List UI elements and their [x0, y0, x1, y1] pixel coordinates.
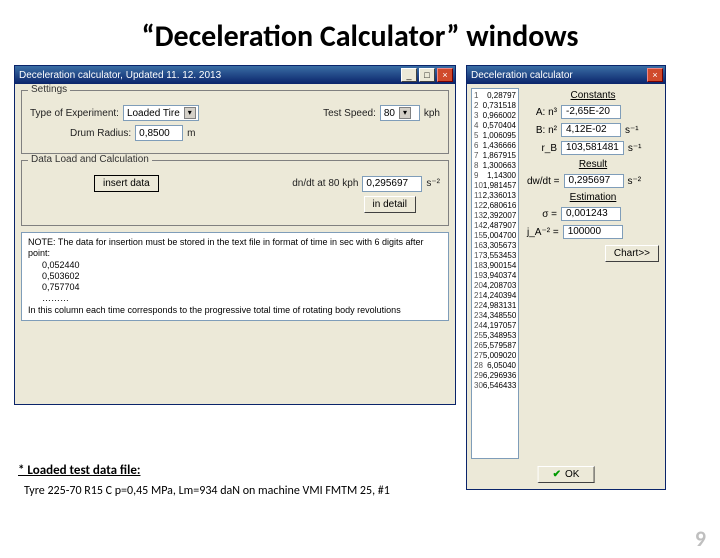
footer-detail: Tyre 225-70 R15 C p=0,45 MPa, Lm=934 daN… — [24, 484, 390, 498]
list-item: 173,553453 — [474, 251, 516, 261]
list-item: 91,14300 — [474, 171, 516, 181]
type-value: Loaded Tire — [127, 108, 180, 119]
estimation-head: Estimation — [527, 192, 659, 203]
list-item: 51,006095 — [474, 131, 516, 141]
data-list[interactable]: 10,2879720,73151830,96600240,57040451,00… — [471, 88, 519, 459]
sub-window-title: Deceleration calculator — [471, 70, 573, 81]
data-load-legend: Data Load and Calculation — [28, 154, 152, 165]
data-load-group: Data Load and Calculation insert data dn… — [21, 160, 449, 226]
speed-label: Test Speed: — [323, 108, 376, 119]
list-item: 122,680616 — [474, 201, 516, 211]
dw-label: dw/dt = — [527, 176, 560, 187]
list-item: 132,392007 — [474, 211, 516, 221]
page-number: 9 — [695, 525, 706, 552]
j-value: 100000 — [563, 225, 623, 239]
list-item: 61,436666 — [474, 141, 516, 151]
radius-label: Drum Radius: — [70, 128, 131, 139]
dw-value: 0,295697 — [564, 174, 624, 188]
speed-unit: kph — [424, 108, 440, 119]
main-window-title: Deceleration calculator, Updated 11. 12.… — [19, 70, 221, 81]
list-item: 20,731518 — [474, 101, 516, 111]
radius-input[interactable] — [135, 125, 183, 141]
speed-value: 80 — [384, 108, 395, 119]
close-icon[interactable]: × — [647, 68, 663, 82]
speed-combo[interactable]: 80 ▾ — [380, 105, 420, 121]
list-item: 286,05040 — [474, 361, 516, 371]
a-value: -2,65E-20 — [561, 105, 621, 119]
constants-panel: Constants A: n³ -2,65E-20 B: n² 4,12E-02 s⁻… — [527, 88, 659, 262]
list-item: 10,28797 — [474, 91, 516, 101]
ok-button[interactable]: OK — [538, 466, 595, 483]
list-item: 234,348550 — [474, 311, 516, 321]
windows-canvas: Deceleration calculator, Updated 11. 12.… — [0, 65, 720, 505]
slide-title: “Deceleration Calculator” windows — [0, 18, 720, 55]
close-icon[interactable]: × — [437, 68, 453, 82]
chevron-down-icon[interactable]: ▾ — [399, 107, 411, 119]
note-foot: In this column each time corresponds to … — [28, 305, 442, 316]
dw-unit: s⁻² — [628, 176, 642, 187]
list-item: 244,197057 — [474, 321, 516, 331]
chevron-down-icon[interactable]: ▾ — [184, 107, 196, 119]
note-l3: 0,757704 — [42, 282, 442, 293]
main-window: Deceleration calculator, Updated 11. 12.… — [14, 65, 456, 405]
list-item: 204,208703 — [474, 281, 516, 291]
insert-data-button[interactable]: insert data — [94, 175, 159, 192]
list-item: 265,579587 — [474, 341, 516, 351]
chart-button[interactable]: Chart>> — [605, 245, 659, 262]
dv-output — [362, 176, 422, 192]
maximize-icon[interactable]: □ — [419, 68, 435, 82]
list-item: 193,940374 — [474, 271, 516, 281]
list-item: 214,240394 — [474, 291, 516, 301]
a-label: A: n³ — [527, 107, 557, 118]
list-item: 306,546433 — [474, 381, 516, 391]
list-item: 101,981457 — [474, 181, 516, 191]
b-unit: s⁻¹ — [625, 125, 639, 136]
b-label: B: n² — [527, 125, 557, 136]
list-item: 163,305673 — [474, 241, 516, 251]
list-item: 81,300663 — [474, 161, 516, 171]
list-item: 275,009020 — [474, 351, 516, 361]
dv-label: dn/dt at 80 kph — [292, 178, 358, 189]
c-unit: s⁻¹ — [628, 143, 642, 154]
sub-titlebar: Deceleration calculator × — [467, 66, 665, 84]
sub-window: Deceleration calculator × 10,2879720,731… — [466, 65, 666, 490]
result-head: Result — [527, 159, 659, 170]
c-value: 103,581481 — [561, 141, 624, 155]
list-item: 183,900154 — [474, 261, 516, 271]
list-item: 30,966002 — [474, 111, 516, 121]
in-detail-button[interactable]: in detail — [364, 196, 416, 213]
note-box: NOTE: The data for insertion must be sto… — [21, 232, 449, 321]
note-head: NOTE: The data for insertion must be sto… — [28, 237, 442, 260]
list-item: 112,336013 — [474, 191, 516, 201]
footer-label: * Loaded test data file: — [18, 463, 140, 478]
sigma-label: σ = — [527, 209, 557, 220]
type-label: Type of Experiment: — [30, 108, 119, 119]
j-label: j_A⁻² = — [527, 227, 559, 238]
type-combo[interactable]: Loaded Tire ▾ — [123, 105, 199, 121]
settings-legend: Settings — [28, 84, 70, 95]
minimize-icon[interactable]: _ — [401, 68, 417, 82]
radius-unit: m — [187, 128, 195, 139]
note-l1: 0,052440 — [42, 260, 442, 271]
constants-head: Constants — [527, 90, 659, 101]
list-item: 255,348953 — [474, 331, 516, 341]
list-item: 71,867915 — [474, 151, 516, 161]
c-label: r_B — [527, 143, 557, 154]
b-value: 4,12E-02 — [561, 123, 621, 137]
dv-unit: s⁻² — [426, 178, 440, 189]
list-item: 40,570404 — [474, 121, 516, 131]
settings-group: Settings Type of Experiment: Loaded Tire… — [21, 90, 449, 154]
list-item: 296,296936 — [474, 371, 516, 381]
main-titlebar: Deceleration calculator, Updated 11. 12.… — [15, 66, 455, 84]
sigma-value: 0,001243 — [561, 207, 621, 221]
note-dots: ……… — [42, 293, 442, 304]
list-item: 224,983131 — [474, 301, 516, 311]
list-item: 142,487907 — [474, 221, 516, 231]
note-l2: 0,503602 — [42, 271, 442, 282]
list-item: 155,004700 — [474, 231, 516, 241]
